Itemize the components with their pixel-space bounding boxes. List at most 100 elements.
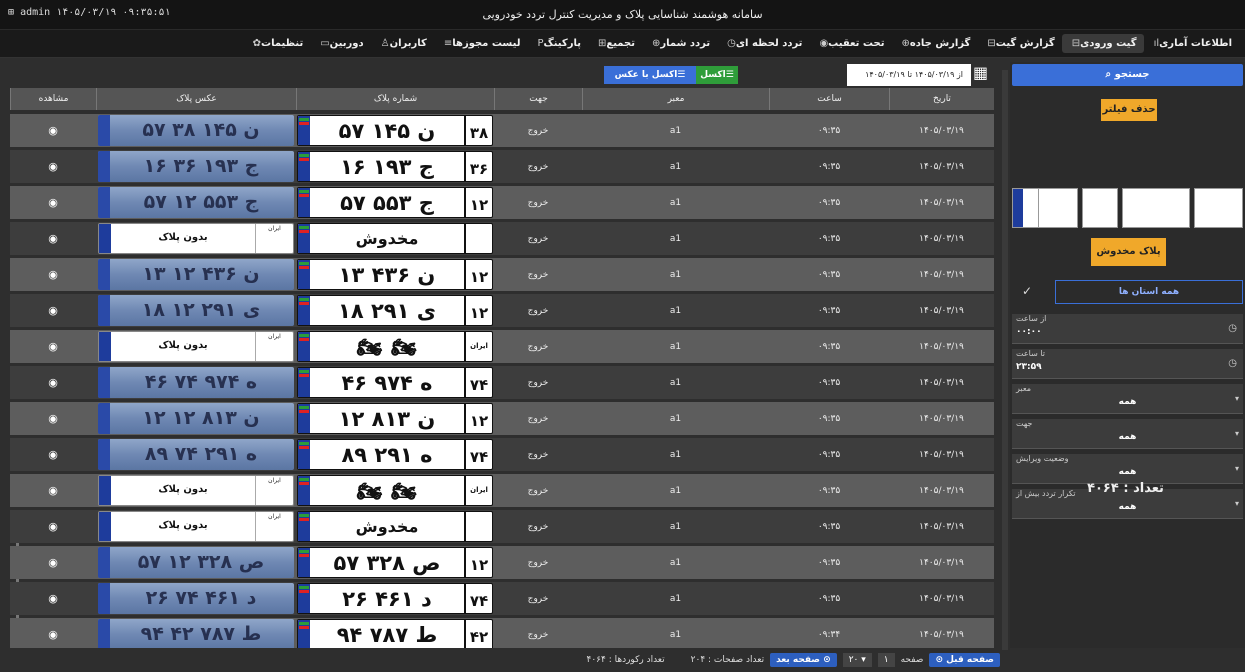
- iran-flag-icon: [98, 115, 110, 146]
- gate-select[interactable]: معبر همه ▾: [1012, 384, 1243, 414]
- clock-icon[interactable]: ◷: [1228, 323, 1237, 334]
- column-header[interactable]: جهت: [494, 88, 582, 110]
- table-row[interactable]: ۱۴۰۵/۰۳/۱۹ ۰۹:۳۵ a1 خروج ۱۲ ن ۸۱۳ ۱۲ ۱۲ ن ۸۱۳ …: [10, 402, 994, 435]
- direction-select[interactable]: جهت همه ▾: [1012, 419, 1243, 449]
- eye-icon[interactable]: ◉: [48, 124, 58, 137]
- prev-page-button[interactable]: ⊙ صفحه قبل: [929, 653, 1000, 667]
- table-row[interactable]: ۱۴۰۵/۰۳/۱۹ ۰۹:۳۴ a1 خروج ۹۴ ط ۷۸۷ ۴۲ ۹۴ ط ۷۸۷ …: [10, 618, 994, 648]
- no-plate-photo[interactable]: بدون پلاک ایران: [98, 331, 294, 362]
- check-icon[interactable]: ✓: [1022, 284, 1032, 298]
- eye-icon[interactable]: ◉: [48, 484, 58, 497]
- search-button[interactable]: ⌕ جستجو: [1012, 64, 1243, 86]
- plate-part-1-field[interactable]: [1038, 188, 1078, 228]
- plate-photo[interactable]: ۱۶ ج ۱۹۳ ۳۶: [98, 151, 294, 182]
- eye-icon[interactable]: ◉: [48, 232, 58, 245]
- menu-item[interactable]: ⊕تردد شمار: [642, 34, 717, 53]
- eye-icon[interactable]: ◉: [48, 412, 58, 425]
- plate-photo[interactable]: ۵۷ ج ۵۵۳ ۱۲: [98, 187, 294, 218]
- table-row[interactable]: ۱۴۰۵/۰۳/۱۹ ۰۹:۳۵ a1 خروج ۱۳ ن ۴۳۶ ۱۲ ۱۳ ن ۴۳۶ …: [10, 258, 994, 291]
- plate-photo[interactable]: ۲۶ د ۴۶۱ ۷۴: [98, 583, 294, 614]
- menu-item[interactable]: ⊟گزارش گیت: [977, 34, 1061, 53]
- eye-icon[interactable]: ◉: [48, 340, 58, 353]
- table-row[interactable]: ۱۴۰۵/۰۳/۱۹ ۰۹:۳۵ a1 خروج مخدوش بدون پلاک ایران…: [10, 222, 994, 255]
- table-row[interactable]: ۱۴۰۵/۰۳/۱۹ ۰۹:۳۵ a1 خروج ۵۷ ن ۱۴۵ ۳۸ ۵۷ ن ۱۴۵ …: [10, 114, 994, 147]
- iran-flag-icon: [298, 368, 310, 397]
- column-header[interactable]: شماره پلاک: [296, 88, 494, 110]
- menu-item[interactable]: ⊞تجمیع: [588, 34, 642, 53]
- menu-item[interactable]: ▭دوربین: [310, 34, 370, 53]
- eye-icon[interactable]: ◉: [48, 520, 58, 533]
- plate-code: [464, 512, 492, 541]
- table-row[interactable]: ۱۴۰۵/۰۳/۱۹ ۰۹:۳۵ a1 خروج ۴۶ ه ۹۷۴ ۷۴ ۴۶ ه ۹۷۴ …: [10, 366, 994, 399]
- menu-item[interactable]: ♙کاربران: [371, 34, 434, 53]
- eye-icon[interactable]: ◉: [48, 556, 58, 569]
- no-plate-text: بدون پلاک: [158, 484, 208, 495]
- from-time-field[interactable]: از ساعت ۰۰:۰۰ ◷: [1012, 314, 1243, 344]
- eye-icon[interactable]: ◉: [48, 160, 58, 173]
- plate-photo[interactable]: ۹۴ ط ۷۸۷ ۴۲: [98, 619, 294, 648]
- edit-status-select[interactable]: وضعیت ویرایش همه ▾: [1012, 454, 1243, 484]
- eye-icon[interactable]: ◉: [48, 592, 58, 605]
- time-cell: ۰۹:۳۵: [817, 341, 841, 352]
- table-row[interactable]: ۱۴۰۵/۰۳/۱۹ ۰۹:۳۵ a1 خروج ۲۶ د ۴۶۱ ۷۴ ۲۶ د ۴۶۱ …: [10, 582, 994, 615]
- menu-item[interactable]: ⊕گزارش جاده: [891, 34, 977, 53]
- to-time-field[interactable]: تا ساعت ۲۳:۵۹ ◷: [1012, 349, 1243, 379]
- excel-button[interactable]: اکسل☰: [696, 66, 738, 84]
- eye-icon[interactable]: ◉: [48, 376, 58, 389]
- clock-icon[interactable]: ◷: [1228, 358, 1237, 369]
- plate-photo[interactable]: ۵۷ ص ۳۲۸ ۱۲: [98, 547, 294, 578]
- column-header[interactable]: مشاهده: [10, 88, 96, 110]
- window-icon[interactable]: ⊞: [8, 7, 14, 18]
- province-select[interactable]: همه استان ها: [1055, 280, 1243, 304]
- table-row[interactable]: ۱۴۰۵/۰۳/۱۹ ۰۹:۳۵ a1 خروج ۱۸ ی ۲۹۱ ۱۲ ۱۸ ی ۲۹۱ …: [10, 294, 994, 327]
- plate-image-cell: ۴۶ ه ۹۷۴ ۷۴: [96, 366, 296, 399]
- table-row[interactable]: ۱۴۰۵/۰۳/۱۹ ۰۹:۳۵ a1 خروج ۱۶ ج ۱۹۳ ۳۶ ۱۶ ج ۱۹۳ …: [10, 150, 994, 183]
- date-range-input[interactable]: از ۱۴۰۵/۰۳/۱۹ تا ۱۴۰۵/۰۳/۱۹: [847, 64, 971, 86]
- excel-with-image-button[interactable]: اکسل با عکس☰: [604, 66, 696, 84]
- page-input[interactable]: ۱: [877, 653, 895, 667]
- scrollbar[interactable]: [1002, 70, 1008, 650]
- eye-icon[interactable]: ◉: [48, 304, 58, 317]
- menu-item[interactable]: ≡لیست مجوزها: [434, 34, 528, 53]
- table-row[interactable]: ۱۴۰۵/۰۳/۱۹ ۰۹:۳۵ a1 خروج مخدوش بدون پلاک ایران…: [10, 510, 994, 543]
- no-plate-photo[interactable]: بدون پلاک ایران: [98, 475, 294, 506]
- menu-item[interactable]: ⊟گیت ورودی: [1061, 34, 1144, 53]
- menu-item[interactable]: ◉تحت تعقیب: [809, 34, 891, 53]
- plate-graphic: ۱۸ ی ۲۹۱ ۱۲: [297, 295, 493, 326]
- eye-icon[interactable]: ◉: [48, 628, 58, 641]
- column-header[interactable]: عکس پلاک: [96, 88, 296, 110]
- view-cell: ◉: [10, 304, 96, 317]
- eye-icon[interactable]: ◉: [48, 196, 58, 209]
- menu-item[interactable]: ◷تردد لحظه ای: [717, 34, 809, 53]
- column-header[interactable]: ساعت: [769, 88, 889, 110]
- next-page-button[interactable]: صفحه بعد ⊙: [770, 653, 837, 667]
- per-page-select[interactable]: ۲۰ ▾: [842, 653, 872, 667]
- table-row[interactable]: ۱۴۰۵/۰۳/۱۹ ۰۹:۳۵ a1 خروج ۵۷ ج ۵۵۳ ۱۲ ۵۷ ج ۵۵۳ …: [10, 186, 994, 219]
- eye-icon[interactable]: ◉: [48, 448, 58, 461]
- menu-item[interactable]: Pپارکینگ: [527, 34, 588, 53]
- column-header[interactable]: تاریخ: [889, 88, 994, 110]
- menu-item[interactable]: ✿تنظیمات: [243, 34, 311, 53]
- plate-photo[interactable]: ۸۹ ه ۲۹۱ ۷۴: [98, 439, 294, 470]
- clear-filter-button[interactable]: حذف فیلتر: [1101, 99, 1157, 121]
- table-row[interactable]: ۱۴۰۵/۰۳/۱۹ ۰۹:۳۵ a1 خروج 🏍 🏍 ایران بدون پلاک ای…: [10, 330, 994, 363]
- table-row[interactable]: ۱۴۰۵/۰۳/۱۹ ۰۹:۳۵ a1 خروج 🏍 🏍 ایران بدون پلاک ای…: [10, 474, 994, 507]
- menu-item[interactable]: ılاطلاعات آماری: [1144, 34, 1239, 53]
- no-plate-photo[interactable]: بدون پلاک ایران: [98, 511, 294, 542]
- plate-photo[interactable]: ۱۸ ی ۲۹۱ ۱۲: [98, 295, 294, 326]
- damaged-plate-button[interactable]: پلاک مخدوش: [1091, 238, 1166, 266]
- plate-photo[interactable]: ۴۶ ه ۹۷۴ ۷۴: [98, 367, 294, 398]
- table-row[interactable]: ۱۴۰۵/۰۳/۱۹ ۰۹:۳۵ a1 خروج ۵۷ ص ۳۲۸ ۱۲ ۵۷ ص ۳۲۸ …: [10, 546, 994, 579]
- plate-code-field[interactable]: [1194, 188, 1243, 228]
- table-row[interactable]: ۱۴۰۵/۰۳/۱۹ ۰۹:۳۵ a1 خروج ۸۹ ه ۲۹۱ ۷۴ ۸۹ ه ۲۹۱ …: [10, 438, 994, 471]
- eye-icon[interactable]: ◉: [48, 268, 58, 281]
- plate-photo[interactable]: ۵۷ ن ۱۴۵ ۳۸: [98, 115, 294, 146]
- plate-part-2-field[interactable]: [1082, 188, 1118, 228]
- column-header[interactable]: معبر: [582, 88, 769, 110]
- calendar-icon[interactable]: ▦: [973, 63, 991, 85]
- plate-photo[interactable]: ۱۲ ن ۸۱۳ ۱۲: [98, 403, 294, 434]
- no-plate-photo[interactable]: بدون پلاک ایران: [98, 223, 294, 254]
- date-cell: ۱۴۰۵/۰۳/۱۹: [919, 233, 964, 244]
- plate-photo[interactable]: ۱۳ ن ۴۳۶ ۱۲: [98, 259, 294, 290]
- plate-part-3-field[interactable]: [1122, 188, 1190, 228]
